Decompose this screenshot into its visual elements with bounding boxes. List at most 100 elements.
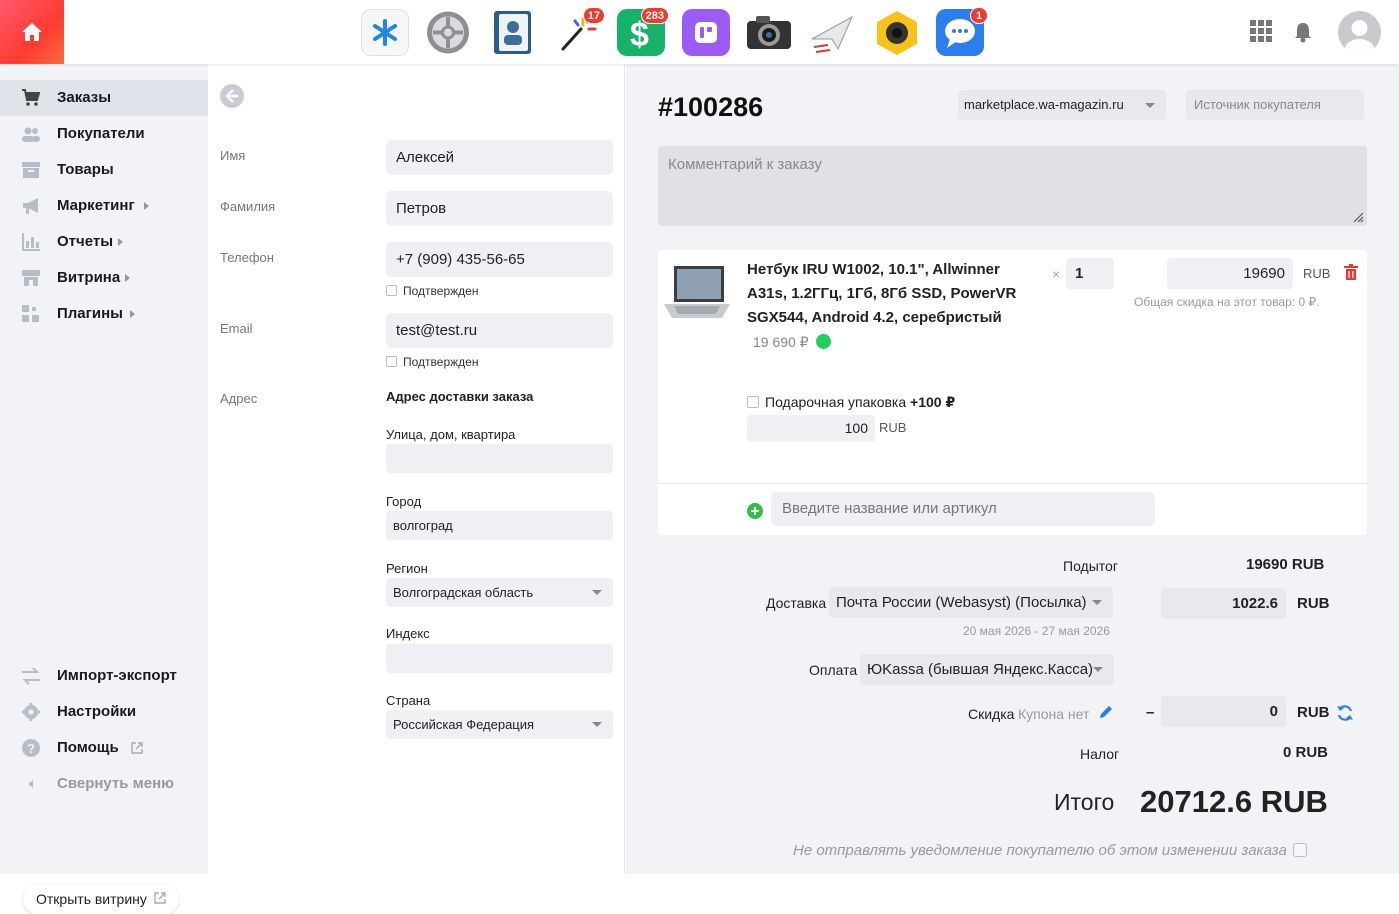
sidebar-item-help[interactable]: ? Помощь — [0, 730, 208, 766]
sidebar-item-label: Отчеты — [57, 233, 114, 250]
chevron-down-icon — [1092, 600, 1102, 605]
sidebar-item-customers[interactable]: Покупатели — [0, 116, 208, 152]
zip-field[interactable] — [386, 644, 613, 673]
source-input[interactable]: Источник покупателя — [1186, 90, 1364, 120]
shipping-dates: 20 мая 2026 - 27 мая 2026 — [963, 624, 1110, 638]
shipping-cost-input[interactable]: 1022.6 — [1161, 588, 1286, 619]
storefront-select[interactable]: marketplace.wa-magazin.ru — [958, 90, 1166, 120]
sidebar-item-label: Свернуть меню — [57, 775, 174, 792]
gear-icon — [22, 703, 40, 721]
city-label: Город — [386, 494, 422, 509]
sidebar-item-reports[interactable]: Отчеты — [0, 224, 208, 260]
bell-icon[interactable] — [1294, 22, 1312, 48]
phone-field[interactable]: +7 (909) 435-56-65 — [386, 242, 613, 277]
checkbox-icon — [386, 285, 397, 296]
coupon-status: Купона нет — [1018, 706, 1090, 722]
home-button[interactable] — [0, 0, 64, 64]
chevron-down-icon — [1145, 103, 1155, 108]
divider — [658, 483, 1367, 484]
order-item: Нетбук IRU W1002, 10.1", Allwinner A31s,… — [658, 250, 1367, 535]
open-storefront-button[interactable]: Открыть витрину — [23, 884, 179, 914]
sidebar-item-settings[interactable]: Настройки — [0, 694, 208, 730]
sidebar-item-label: Товары — [57, 161, 114, 178]
country-value: Российская Федерация — [393, 717, 535, 732]
order-id: #100286 — [658, 92, 764, 122]
country-select[interactable]: Российская Федерация — [386, 710, 613, 739]
shop-app-icon[interactable] — [361, 9, 409, 56]
mailer-app-icon[interactable] — [808, 9, 856, 56]
hub-app-icon[interactable] — [682, 9, 730, 56]
phone-confirmed-checkbox[interactable]: Подтвержден — [386, 284, 478, 298]
first-name-field[interactable]: Алексей — [386, 140, 613, 175]
users-icon — [22, 127, 40, 142]
email-field[interactable]: test@test.ru — [386, 313, 613, 348]
add-product-input[interactable]: Введите название или артикул — [771, 492, 1155, 526]
refresh-icon[interactable] — [1336, 704, 1354, 722]
crm-badge: 17 — [582, 7, 605, 24]
no-notify-checkbox[interactable]: Не отправлять уведомление покупателю об … — [793, 842, 1307, 859]
chevron-down-icon — [1093, 667, 1103, 672]
email-confirmed-checkbox[interactable]: Подтвержден — [386, 355, 478, 369]
plugins-icon — [22, 305, 39, 322]
chevron-right-icon — [118, 238, 123, 246]
settings-app-icon[interactable] — [424, 9, 472, 56]
trash-icon[interactable] — [1344, 264, 1358, 280]
total-currency: RUB — [1260, 784, 1328, 819]
messenger-badge: 1 — [970, 7, 988, 24]
checkbox-icon — [747, 396, 759, 408]
checkbox-icon — [386, 356, 397, 367]
gift-wrap-checkbox[interactable]: Подарочная упаковка +100 ₽ — [747, 394, 955, 411]
item-price-input[interactable]: 19690 — [1167, 258, 1293, 289]
sidebar-item-label: Плагины — [57, 305, 123, 322]
quantity-input[interactable]: 1 — [1066, 258, 1114, 289]
times-icon: × — [1052, 266, 1061, 282]
sidebar-item-plugins[interactable]: Плагины — [0, 296, 208, 332]
contacts-app-icon[interactable] — [490, 9, 538, 56]
sidebar-item-storefront[interactable]: Витрина — [0, 260, 208, 296]
tax-value: 0 RUB — [1283, 744, 1329, 761]
sidebar-item-label: Покупатели — [57, 125, 145, 142]
sidebar-item-label: Помощь — [57, 739, 119, 756]
shipping-select[interactable]: Почта России (Webasyst) (Посылка) — [829, 587, 1113, 618]
svg-text:?: ? — [27, 741, 35, 756]
shipping-label: Доставка — [766, 595, 827, 611]
external-link-icon — [131, 742, 143, 754]
discount-input[interactable]: 0 — [1161, 696, 1286, 727]
street-field[interactable] — [386, 444, 613, 473]
country-label: Страна — [386, 693, 431, 708]
store-icon — [22, 270, 40, 286]
camera-app-icon[interactable] — [744, 9, 792, 56]
sidebar-item-marketing[interactable]: Маркетинг — [0, 188, 208, 224]
box-icon — [22, 162, 40, 178]
sidebar-item-products[interactable]: Товары — [0, 152, 208, 188]
gift-wrap-price: +100 ₽ — [910, 394, 956, 410]
city-field[interactable]: волгоград — [386, 511, 613, 540]
product-price: 19 690 ₽ — [753, 334, 809, 350]
item-currency: RUB — [1303, 266, 1331, 281]
chevron-right-icon — [130, 310, 135, 318]
sidebar-item-collapse[interactable]: Свернуть меню — [0, 766, 208, 802]
payment-select[interactable]: ЮKassa (бывшая Яндекс.Касса) — [860, 654, 1114, 685]
resize-handle-icon[interactable] — [1352, 211, 1364, 223]
sidebar-item-import-export[interactable]: Импорт-экспорт — [0, 658, 208, 694]
region-select[interactable]: Волгоградская область — [386, 578, 613, 607]
messenger-app-icon[interactable]: 1 — [936, 7, 988, 56]
comment-textarea[interactable]: Комментарий к заказу — [658, 146, 1367, 226]
subtotal-value: 19690 RUB — [1246, 556, 1325, 573]
address-title: Адрес доставки заказа — [386, 389, 534, 404]
crm-app-icon[interactable]: 17 — [553, 7, 605, 56]
apps-grid-icon[interactable] — [1250, 20, 1272, 47]
add-product-icon[interactable] — [747, 503, 763, 519]
money-app-icon[interactable]: $ 283 — [617, 7, 669, 56]
back-button[interactable] — [220, 84, 244, 108]
pencil-icon[interactable] — [1098, 704, 1114, 720]
sidebar: Заказы Покупатели Товары Маркетинг Отчет… — [0, 64, 208, 914]
user-avatar[interactable] — [1338, 11, 1381, 54]
product-title[interactable]: Нетбук IRU W1002, 10.1", Allwinner A31s,… — [747, 258, 1037, 330]
sidebar-item-orders[interactable]: Заказы — [0, 80, 208, 116]
webcam-app-icon[interactable] — [873, 9, 921, 56]
chevron-left-icon — [28, 780, 33, 788]
tax-label: Налог — [1080, 746, 1120, 762]
last-name-field[interactable]: Петров — [386, 191, 613, 226]
gift-wrap-price-input[interactable]: 100 — [747, 415, 875, 442]
